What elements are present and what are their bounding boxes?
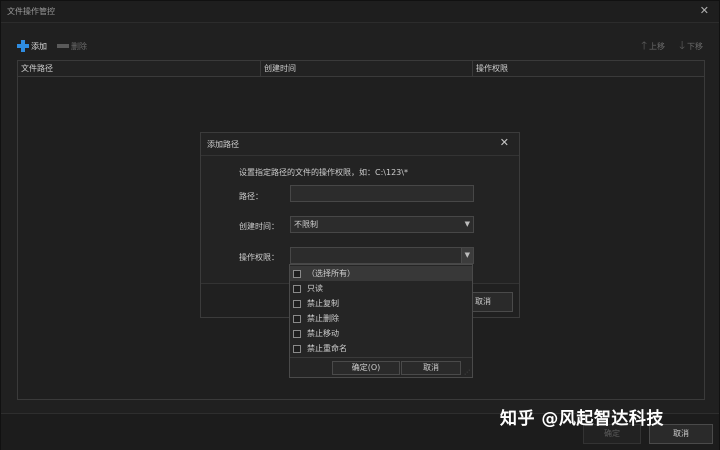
move-up-label: 上移 bbox=[649, 41, 665, 51]
dropdown-footer: 确定(O) 取消 ⋰ bbox=[290, 357, 472, 377]
created-time-label: 创建时间： bbox=[239, 222, 279, 231]
option-select-all[interactable]: （选择所有） bbox=[290, 266, 472, 281]
move-up-button[interactable]: 🡑 上移 bbox=[641, 38, 665, 54]
permission-dropdown-button[interactable]: ▼ bbox=[461, 248, 473, 263]
move-down-button[interactable]: 🡓 下移 bbox=[679, 38, 703, 54]
option-no-rename[interactable]: 禁止重命名 bbox=[290, 341, 472, 356]
option-label: 禁止重命名 bbox=[307, 344, 347, 353]
checkbox-icon[interactable] bbox=[293, 329, 301, 338]
toolbar: 添加 删除 🡑 上移 🡓 下移 bbox=[17, 38, 707, 56]
add-button-label: 添加 bbox=[31, 41, 47, 51]
created-time-value: 不限制 bbox=[294, 220, 318, 229]
option-no-delete[interactable]: 禁止删除 bbox=[290, 311, 472, 326]
checkbox-icon[interactable] bbox=[293, 344, 301, 353]
plus-icon bbox=[17, 40, 29, 52]
option-label: 只读 bbox=[307, 284, 323, 293]
checkbox-icon[interactable] bbox=[293, 299, 301, 308]
watermark: 知乎 @风起智达科技 bbox=[500, 409, 664, 429]
path-input[interactable] bbox=[290, 185, 474, 202]
title-bar: 文件操作管控 ✕ bbox=[1, 1, 719, 23]
option-label: （选择所有） bbox=[307, 269, 355, 278]
created-time-select[interactable]: 不限制 ▼ bbox=[290, 216, 474, 233]
checkbox-icon[interactable] bbox=[293, 284, 301, 293]
delete-button-label: 删除 bbox=[71, 41, 87, 51]
dropdown-ok-button[interactable]: 确定(O) bbox=[332, 361, 400, 375]
permission-select[interactable]: ▼ bbox=[290, 247, 474, 264]
minus-icon bbox=[57, 44, 69, 48]
option-label: 禁止删除 bbox=[307, 314, 339, 323]
option-no-move[interactable]: 禁止移动 bbox=[290, 326, 472, 341]
resize-grip-icon[interactable]: ⋰ bbox=[464, 369, 470, 376]
column-header-created-time[interactable]: 创建时间 bbox=[261, 61, 473, 77]
option-no-copy[interactable]: 禁止复制 bbox=[290, 296, 472, 311]
dropdown-cancel-button[interactable]: 取消 bbox=[401, 361, 461, 375]
window-title: 文件操作管控 bbox=[7, 7, 55, 16]
option-label: 禁止复制 bbox=[307, 299, 339, 308]
arrow-down-icon: 🡓 bbox=[679, 38, 685, 52]
chevron-down-icon: ▼ bbox=[464, 251, 470, 259]
add-button[interactable]: 添加 bbox=[17, 38, 47, 54]
delete-button[interactable]: 删除 bbox=[57, 38, 87, 54]
table-header: 文件路径 创建时间 操作权限 bbox=[18, 61, 704, 77]
column-header-permission[interactable]: 操作权限 bbox=[473, 61, 705, 77]
arrow-up-icon: 🡑 bbox=[641, 38, 647, 52]
permission-dropdown: （选择所有） 只读 禁止复制 禁止删除 禁止移动 禁止重命名 确定(O) 取消 … bbox=[289, 264, 473, 378]
dialog-close-icon[interactable]: ✕ bbox=[500, 136, 509, 149]
dialog-title: 添加路径 bbox=[207, 140, 239, 149]
chevron-down-icon: ▼ bbox=[464, 220, 470, 228]
checkbox-icon[interactable] bbox=[293, 314, 301, 323]
window-close-icon[interactable]: ✕ bbox=[700, 4, 709, 17]
path-label: 路径： bbox=[239, 192, 263, 201]
option-label: 禁止移动 bbox=[307, 329, 339, 338]
option-read-only[interactable]: 只读 bbox=[290, 281, 472, 296]
dialog-hint: 设置指定路径的文件的操作权限，如：C:\123\* bbox=[239, 168, 408, 177]
checkbox-icon[interactable] bbox=[293, 269, 301, 278]
move-down-label: 下移 bbox=[687, 41, 703, 51]
permission-label: 操作权限： bbox=[239, 253, 279, 262]
dialog-divider bbox=[201, 155, 519, 156]
column-header-path[interactable]: 文件路径 bbox=[18, 61, 261, 77]
